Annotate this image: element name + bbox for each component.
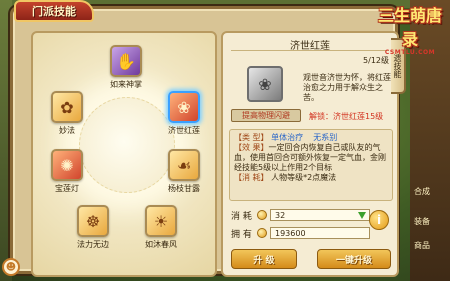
logo-main: 三生萌唐录 — [377, 6, 442, 49]
breeze-icon: ☀ — [145, 205, 177, 237]
buddha-icon: ☸ — [77, 205, 109, 237]
skill-label: 如来神掌 — [110, 80, 142, 89]
side-label-3[interactable]: 商品 — [414, 240, 444, 251]
skill-wheel-panel: ✋ 如来神掌 ✿ 妙法 ❀ 济世红莲 ✺ 宝莲灯 ☙ 杨枝甘露 ☸ 法力无边 ☀… — [31, 31, 217, 277]
effect-tag: 【效 果】 — [234, 143, 269, 152]
coin-icon — [257, 210, 267, 220]
consume-text: 人物等级*2点魔法 — [271, 173, 337, 182]
cat-icon[interactable]: ☻ — [2, 258, 20, 276]
divider — [231, 50, 389, 51]
cost-label: 消 耗 — [231, 211, 252, 222]
arrow-down-icon — [358, 211, 366, 219]
logo-sub: CSMTLU.COM — [384, 49, 436, 56]
skill-slot-rulai[interactable]: ✋ 如来神掌 — [96, 45, 156, 90]
type-tag: 【类 型】 — [234, 133, 269, 142]
consume-tag: 【消 耗】 — [234, 173, 269, 182]
red-lotus-icon: ❀ — [168, 91, 200, 123]
side-label-1[interactable]: 合成 — [414, 186, 444, 197]
lantern-icon: ✺ — [51, 149, 83, 181]
skill-window: ✋ 如来神掌 ✿ 妙法 ❀ 济世红莲 ✺ 宝莲灯 ☙ 杨枝甘露 ☸ 法力无边 ☀… — [10, 6, 399, 277]
skill-label: 法力无边 — [77, 240, 109, 249]
unlock-text: 解锁：济世红莲15级 — [309, 112, 384, 121]
skill-level: 5/12级 — [363, 56, 389, 65]
improve-button[interactable]: 提高物理闪避 — [231, 109, 301, 122]
skill-label: 济世红莲 — [168, 126, 200, 135]
have-value: 193600 — [270, 227, 370, 239]
skill-slot-jishi[interactable]: ❀ 济世红莲 — [154, 91, 214, 136]
upgrade-button[interactable]: 升 级 — [231, 249, 297, 269]
skill-slot-baolian[interactable]: ✺ 宝莲灯 — [37, 149, 97, 194]
skill-slot-fali[interactable]: ☸ 法力无边 — [63, 205, 123, 250]
skill-slot-yangzhi[interactable]: ☙ 杨枝甘露 — [154, 149, 214, 194]
skill-description: 观世音济世为怀，将红莲治愈之力用于解众生之苦。 — [303, 73, 391, 102]
type-line: 【类 型】 单体治疗 无系别 — [234, 133, 388, 143]
game-logo: 三生萌唐录 CSMTLU.COM — [372, 2, 448, 56]
element-value: 无系别 — [313, 133, 338, 142]
lotus-icon: ✿ — [51, 91, 83, 123]
skill-detail-panel: 济世红莲 5/12级 ❀ 观世音济世为怀，将红莲治愈之力用于解众生之苦。 提高物… — [221, 31, 399, 277]
effect-line: 【效 果】一定回合内恢复自己或队友的气血，使用首回合可额外恢复一定气血，金刚经技… — [234, 143, 388, 173]
skill-label: 杨枝甘露 — [168, 184, 200, 193]
have-label: 拥 有 — [231, 229, 252, 240]
skill-label: 如沐春风 — [145, 240, 177, 249]
coin-icon — [257, 228, 267, 238]
one-click-upgrade-button[interactable]: 一键升级 — [317, 249, 391, 269]
consume-line: 【消 耗】 人物等级*2点魔法 — [234, 173, 388, 183]
cost-value: 32 — [270, 209, 370, 221]
info-icon[interactable]: i — [369, 210, 389, 230]
have-row: 拥 有 193600 — [231, 226, 395, 240]
skill-slot-miaofa[interactable]: ✿ 妙法 — [37, 91, 97, 136]
palm-icon: ✋ — [110, 45, 142, 77]
skill-slot-rumu[interactable]: ☀ 如沐春风 — [131, 205, 191, 250]
side-label-2[interactable]: 装备 — [414, 216, 444, 227]
window-title: 门派技能 — [14, 0, 94, 22]
type-value: 单体治疗 — [271, 133, 304, 142]
skill-label: 宝莲灯 — [55, 184, 79, 193]
willow-icon: ☙ — [168, 149, 200, 181]
selected-skill-icon: ❀ — [247, 66, 283, 102]
skill-info-box: 【类 型】 单体治疗 无系别 【效 果】一定回合内恢复自己或队友的气血，使用首回… — [229, 129, 393, 201]
skill-label: 妙法 — [59, 126, 75, 135]
